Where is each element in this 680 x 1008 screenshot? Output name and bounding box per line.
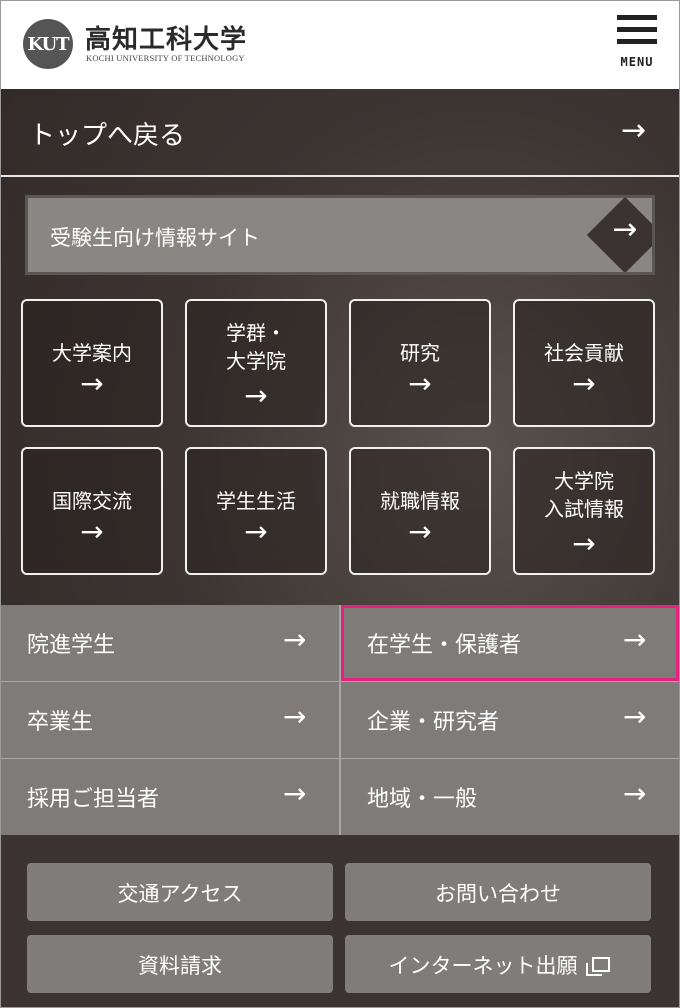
access-button[interactable]: 交通アクセス <box>27 863 333 921</box>
arrow-glyph: → <box>612 212 638 247</box>
access-label: 交通アクセス <box>117 882 243 906</box>
tile-label: 就職情報 <box>380 489 460 513</box>
audience-nav: 院進学生 → 在学生・保護者 → 卒業生 → 企業・研究者 → 採用ご担当者 →… <box>1 605 679 835</box>
arrow-right-icon: → <box>283 623 307 656</box>
arrow-right-icon: → <box>623 777 647 810</box>
arrow-right-icon: → <box>408 515 432 548</box>
exam-info-site-label: 受験生向け情報サイト <box>50 226 260 250</box>
nav-label: 卒業生 <box>27 710 94 735</box>
arrow-right-icon: → <box>621 113 647 148</box>
arrow-right-icon: → <box>80 367 104 400</box>
online-application-wrap: インターネット出願 <box>345 950 651 980</box>
hamburger-icon <box>617 15 657 51</box>
tile-label: 研究 <box>400 341 440 365</box>
nav-current-students-parents[interactable]: 在学生・保護者 → <box>341 605 679 681</box>
menu-panel: トップへ戻る → 受験生向け情報サイト → 大学案内 → 学群・ 大学院 → 研… <box>1 89 679 1007</box>
request-materials-button[interactable]: 資料請求 <box>27 935 333 993</box>
tile-label: 大学案内 <box>52 341 132 365</box>
tile-student-life[interactable]: 学生生活 → <box>185 447 327 575</box>
arrow-right-icon: → <box>283 777 307 810</box>
menu-label: MENU <box>620 55 654 69</box>
nav-label: 院進学生 <box>27 633 116 658</box>
divider <box>1 175 679 177</box>
arrow-right-icon: → <box>572 367 596 400</box>
nav-label: 企業・研究者 <box>367 710 500 735</box>
arrow-right-icon: → <box>80 515 104 548</box>
university-logo-mark[interactable]: KUT <box>23 19 73 69</box>
exam-info-site-button[interactable]: 受験生向け情報サイト → <box>25 195 655 275</box>
contact-button[interactable]: お問い合わせ <box>345 863 651 921</box>
logo-mark-text: KUT <box>27 33 69 55</box>
university-name-english: KOCHI UNIVERSITY OF TECHNOLOGY <box>86 53 245 63</box>
arrow-right-icon: → <box>584 198 652 272</box>
request-materials-label: 資料請求 <box>138 954 222 978</box>
tile-label: 社会貢献 <box>544 341 624 365</box>
tile-label: 大学院 入試情報 <box>544 469 624 521</box>
tile-label: 学生生活 <box>216 489 296 513</box>
tile-about[interactable]: 大学案内 → <box>21 299 163 427</box>
online-application-label: インターネット出願 <box>388 954 578 978</box>
nav-label: 地域・一般 <box>367 787 478 812</box>
menu-button[interactable]: MENU <box>607 13 667 75</box>
external-link-icon <box>585 957 610 976</box>
divider <box>339 605 341 835</box>
tile-graduate-admissions[interactable]: 大学院 入試情報 → <box>513 447 655 575</box>
arrow-right-icon: → <box>244 515 268 548</box>
arrow-right-icon: → <box>623 623 647 656</box>
nav-community-general[interactable]: 地域・一般 → <box>341 759 679 835</box>
nav-companies-researchers[interactable]: 企業・研究者 → <box>341 682 679 758</box>
arrow-right-icon: → <box>408 367 432 400</box>
nav-alumni[interactable]: 卒業生 → <box>1 682 339 758</box>
nav-label: 採用ご担当者 <box>27 787 160 812</box>
tile-label: 国際交流 <box>52 489 132 513</box>
tile-research[interactable]: 研究 → <box>349 299 491 427</box>
back-to-top-label: トップへ戻る <box>29 121 186 151</box>
tile-label: 学群・ 大学院 <box>226 321 286 373</box>
arrow-right-icon: → <box>244 379 268 412</box>
app-frame: KUT 高知工科大学 KOCHI UNIVERSITY OF TECHNOLOG… <box>0 0 680 1008</box>
tile-careers[interactable]: 就職情報 → <box>349 447 491 575</box>
arrow-right-icon: → <box>283 700 307 733</box>
university-name[interactable]: 高知工科大学 <box>85 19 247 56</box>
tile-international[interactable]: 国際交流 → <box>21 447 163 575</box>
online-application-button[interactable]: インターネット出願 <box>345 935 651 993</box>
arrow-right-icon: → <box>572 527 596 560</box>
arrow-right-icon: → <box>623 700 647 733</box>
nav-label: 在学生・保護者 <box>367 633 522 658</box>
site-header: KUT 高知工科大学 KOCHI UNIVERSITY OF TECHNOLOG… <box>1 1 679 89</box>
divider <box>1 681 679 682</box>
back-to-top-link[interactable]: トップへ戻る → <box>1 89 679 177</box>
divider <box>1 758 679 759</box>
contact-label: お問い合わせ <box>435 882 561 906</box>
nav-recruiters[interactable]: 採用ご担当者 → <box>1 759 339 835</box>
tile-social-contribution[interactable]: 社会貢献 → <box>513 299 655 427</box>
nav-prospective-graduate[interactable]: 院進学生 → <box>1 605 339 681</box>
tile-schools-graduate[interactable]: 学群・ 大学院 → <box>185 299 327 427</box>
utility-links: 交通アクセス お問い合わせ 資料請求 インターネット出願 <box>1 835 679 1007</box>
